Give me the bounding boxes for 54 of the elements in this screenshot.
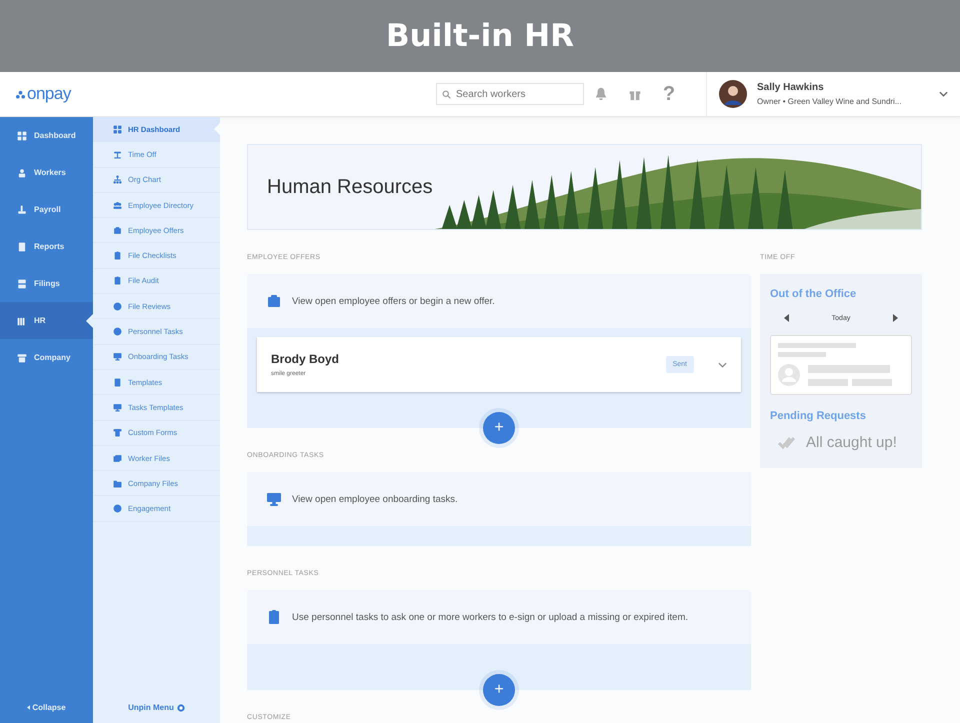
- folders-icon: [113, 454, 122, 462]
- next-icon: [893, 314, 898, 322]
- document-icon: [17, 242, 27, 252]
- nav-item[interactable]: HR: [0, 302, 93, 339]
- search-field[interactable]: Search workers: [436, 83, 584, 105]
- nav-item[interactable]: Payroll: [0, 191, 93, 228]
- monitor-icon: [266, 491, 282, 507]
- offer-name: Brody Boyd: [271, 352, 340, 366]
- avatar-icon: [719, 80, 747, 108]
- store-icon: [17, 352, 27, 362]
- books-icon: [17, 316, 27, 326]
- document-icon: [113, 378, 122, 387]
- logo-text: onpay: [27, 84, 71, 104]
- clipboard-icon: [266, 609, 282, 625]
- monitor-icon: [113, 352, 122, 362]
- help-button[interactable]: ?: [652, 79, 686, 109]
- clipboard-icon: [113, 276, 122, 286]
- double-check-icon: [778, 435, 796, 451]
- folder-icon: [113, 478, 122, 488]
- shirt-icon: [113, 428, 122, 438]
- nav-item[interactable]: Workers: [0, 154, 93, 191]
- user-role: Owner • Green Valley Wine and Sundri...: [757, 97, 902, 106]
- collapse-button[interactable]: Collapse: [21, 702, 72, 713]
- clipboard-icon: [113, 251, 122, 260]
- section-description: View open employee onboarding tasks.: [292, 494, 458, 504]
- card-heading: Pending Requests: [770, 410, 867, 422]
- nav-item[interactable]: Company: [0, 339, 93, 376]
- empty-message: All caught up!: [806, 434, 897, 452]
- nav-item[interactable]: Dashboard: [0, 117, 93, 154]
- monitor-icon: [113, 402, 122, 412]
- grid-icon: [17, 130, 27, 140]
- previous-icon: [784, 314, 789, 322]
- banner-title: Built-in HR: [386, 18, 574, 54]
- bell-icon: [594, 87, 608, 101]
- nav-item[interactable]: Reports: [0, 228, 93, 265]
- unpin-menu-button[interactable]: Unpin Menu: [122, 702, 191, 713]
- cabinet-icon: [17, 278, 27, 288]
- person-icon: [17, 168, 27, 178]
- add-button[interactable]: +: [483, 412, 515, 444]
- chevron-down-icon: [718, 362, 727, 368]
- chevron-down-icon: [939, 91, 948, 97]
- pin-icon: [176, 704, 185, 712]
- caret-icon: [27, 705, 30, 710]
- logo-icon: [15, 90, 26, 98]
- section-description: Use personnel tasks to ask one or more workers to e-sign or upload a missing or expired item.: [292, 612, 688, 622]
- user-menu[interactable]: Sally Hawkins Owner • Green Valley Wine and Sundri...: [706, 72, 960, 116]
- card-heading: Out of the Office: [770, 288, 858, 300]
- nav-item[interactable]: Filings: [0, 265, 93, 302]
- page-title: Human Resources: [267, 175, 434, 200]
- org-chart-icon: [113, 175, 122, 184]
- grid-icon: [113, 124, 122, 134]
- user-name: Sally Hawkins: [757, 82, 825, 93]
- add-button[interactable]: +: [483, 674, 515, 706]
- section-description: View open employee offers or begin a new offer.: [292, 296, 495, 306]
